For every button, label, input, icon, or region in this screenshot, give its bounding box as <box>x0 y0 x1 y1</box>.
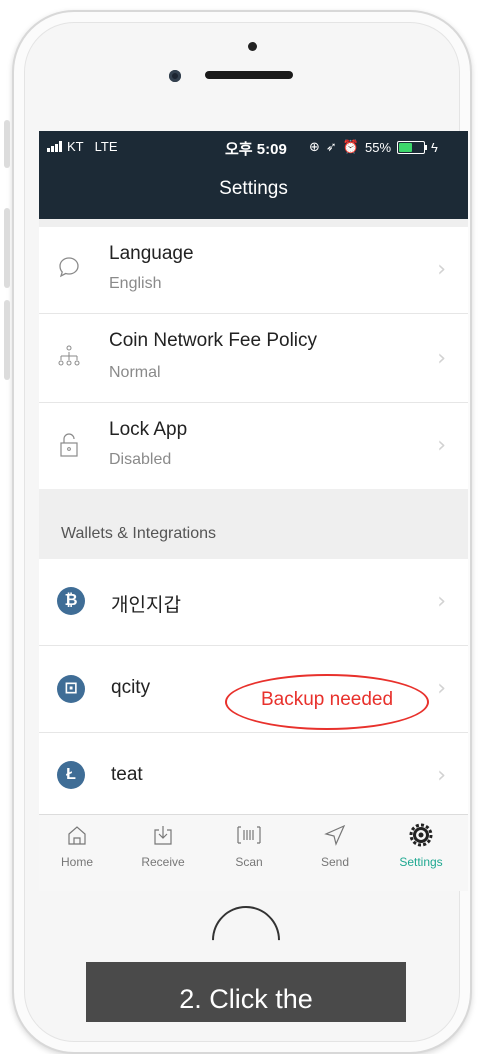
backup-needed-label: Backup needed <box>260 689 394 710</box>
home-icon <box>39 823 117 847</box>
setting-value: Disabled <box>109 451 172 468</box>
wallet-row[interactable]: ₿ 개인지갑 › <box>39 559 468 646</box>
status-bar: KT LTE 오후 5:09 ⊕ ➶ ⏰ 55% ϟ <box>39 131 468 163</box>
gear-icon <box>381 823 461 847</box>
setting-label: Language <box>109 243 194 264</box>
earpiece-speaker <box>205 71 293 79</box>
caption-text: 2. Click the <box>179 984 313 1014</box>
section-header-label: Wallets & Integrations <box>61 525 217 542</box>
front-camera <box>169 70 181 82</box>
tab-home[interactable]: Home <box>39 823 117 869</box>
setting-label: Coin Network Fee Policy <box>109 330 318 351</box>
speech-bubble-icon <box>57 255 81 284</box>
lock-icon <box>57 431 81 464</box>
tab-label: Scan <box>235 855 263 869</box>
settings-row-language[interactable]: Language English › <box>39 227 468 314</box>
proximity-sensor <box>248 42 257 51</box>
volume-down-button <box>4 300 10 380</box>
wallet-name: qcity <box>111 677 151 698</box>
network-label: LTE <box>94 139 118 154</box>
setting-value: English <box>109 275 162 292</box>
wallet-name: teat <box>111 764 143 785</box>
bitcoin-icon: ₿ <box>57 587 85 615</box>
tab-label: Send <box>320 855 350 869</box>
chevron-right-icon: › <box>437 433 446 458</box>
settings-row-fee-policy[interactable]: Coin Network Fee Policy Normal › <box>39 314 468 403</box>
alarm-icon: ⏰ <box>342 139 359 154</box>
chevron-right-icon: › <box>437 257 446 282</box>
settings-row-lock-app[interactable]: Lock App Disabled › <box>39 403 468 490</box>
setting-label: Lock App <box>109 419 188 440</box>
signal-icon <box>47 141 62 152</box>
wallet-row[interactable]: Ł teat › <box>39 733 468 820</box>
chevron-right-icon: › <box>437 346 446 371</box>
tab-label: Home <box>60 855 93 869</box>
chevron-right-icon: › <box>437 589 446 614</box>
backup-needed-annotation[interactable]: Backup needed <box>225 674 429 730</box>
phone-frame: KT LTE 오후 5:09 ⊕ ➶ ⏰ 55% ϟ Settings Lang… <box>0 0 483 1054</box>
volume-up-button <box>4 208 10 288</box>
send-icon <box>295 823 375 847</box>
orientation-lock-icon: ⊕ <box>309 139 320 154</box>
network-tree-icon <box>57 344 81 377</box>
tab-label: Settings <box>399 855 443 869</box>
tab-send[interactable]: Send <box>295 823 375 869</box>
setting-value: Normal <box>109 364 161 381</box>
navigation-bar: Settings <box>39 163 468 219</box>
litecoin-icon: Ł <box>57 761 85 789</box>
page-title: Settings <box>219 178 288 199</box>
chevron-right-icon: › <box>437 763 446 788</box>
tab-bar: Home Receive Scan Send Settings <box>39 814 468 891</box>
app-screen: KT LTE 오후 5:09 ⊕ ➶ ⏰ 55% ϟ Settings Lang… <box>39 131 468 891</box>
barcode-icon <box>209 823 289 847</box>
mute-switch <box>4 120 10 168</box>
clock: 오후 5:09 <box>225 141 287 158</box>
tutorial-caption: 2. Click the <box>86 962 406 1022</box>
charging-icon: ϟ <box>431 139 438 155</box>
tab-label: Receive <box>141 855 185 869</box>
battery-percent: 55% <box>365 139 392 155</box>
location-icon: ➶ <box>325 139 337 154</box>
chevron-right-icon: › <box>437 676 446 701</box>
battery-icon <box>397 140 428 154</box>
carrier-label: KT <box>67 139 84 154</box>
qtum-icon: ⊡ <box>57 675 85 703</box>
receive-icon <box>123 823 203 847</box>
tab-receive[interactable]: Receive <box>123 823 203 869</box>
wallet-name: 개인지갑 <box>111 595 181 616</box>
tab-settings[interactable]: Settings <box>381 823 461 869</box>
tab-scan[interactable]: Scan <box>209 823 289 869</box>
